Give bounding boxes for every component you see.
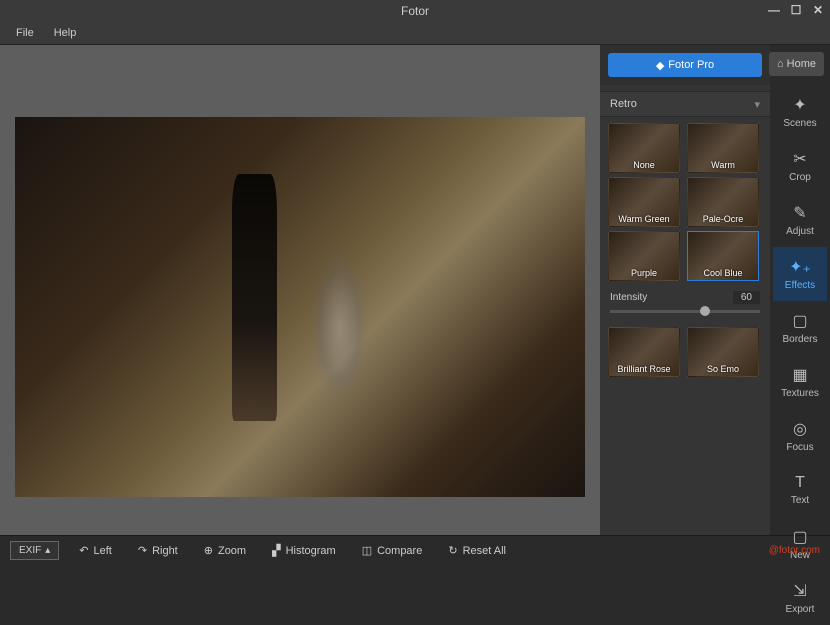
histogram-button[interactable]: ▞Histogram <box>266 541 342 560</box>
bottom-toolbar: EXIF ▴ ↶Left ↷Right ⊕Zoom ▞Histogram ◫Co… <box>0 535 830 565</box>
compare-icon: ◫ <box>362 544 372 557</box>
tool-effects[interactable]: ✦₊ Effects <box>773 247 827 301</box>
app-title: Fotor <box>401 4 429 18</box>
editing-image[interactable] <box>15 117 585 497</box>
titlebar: Fotor — ☐ ✕ <box>0 0 830 22</box>
export-icon: ⇲ <box>793 581 806 601</box>
tool-textures[interactable]: ▦ Textures <box>773 355 827 409</box>
tool-label: Adjust <box>786 226 814 237</box>
effect-thumb-label: Brilliant Rose <box>609 364 679 374</box>
tool-rail: ⌂ Home ✦ Scenes ✂ Crop ✎ Adjust ✦₊ Effects ▢ Bord… <box>770 45 830 535</box>
exif-button[interactable]: EXIF ▴ <box>10 541 59 560</box>
rotate-left-button[interactable]: ↶Left <box>73 541 118 560</box>
fotor-pro-button[interactable]: ◆ Fotor Pro <box>608 53 762 77</box>
effect-thumb-label: So Emo <box>688 364 758 374</box>
scenes-icon: ✦ <box>793 95 806 115</box>
zoom-icon: ⊕ <box>204 544 213 557</box>
tool-text[interactable]: T Text <box>773 463 827 517</box>
textures-icon: ▦ <box>792 365 807 385</box>
slider-handle[interactable] <box>700 306 710 316</box>
text-icon: T <box>795 474 805 492</box>
effect-thumb-label: Warm <box>688 160 758 170</box>
tool-scenes[interactable]: ✦ Scenes <box>773 85 827 139</box>
canvas-area <box>0 45 600 535</box>
tool-label: Text <box>791 495 809 506</box>
effect-thumb-brilliant-rose[interactable]: Brilliant Rose <box>608 327 680 377</box>
chevron-up-icon: ▴ <box>45 545 50 556</box>
category-retro-header[interactable]: Retro ▾ <box>600 91 770 117</box>
effect-thumb-cool-blue[interactable]: Cool Blue <box>687 231 759 281</box>
rotate-right-button[interactable]: ↷Right <box>132 541 184 560</box>
rotate-left-icon: ↶ <box>79 544 88 557</box>
menu-help[interactable]: Help <box>44 24 87 42</box>
reset-icon: ↻ <box>448 544 457 557</box>
window-controls: — ☐ ✕ <box>766 2 826 18</box>
reset-all-button[interactable]: ↻Reset All <box>442 541 512 560</box>
tool-new[interactable]: ▢New <box>773 517 827 571</box>
tool-crop[interactable]: ✂ Crop <box>773 139 827 193</box>
new-icon: ▢ <box>792 527 807 547</box>
effect-thumb-label: None <box>609 160 679 170</box>
borders-icon: ▢ <box>792 311 807 331</box>
effect-thumb-label: Warm Green <box>609 214 679 224</box>
effect-thumb-label: Cool Blue <box>688 268 758 278</box>
tool-label: Crop <box>789 172 811 183</box>
effects-grid-2: Brilliant Rose So Emo <box>600 321 770 383</box>
intensity-value: 60 <box>733 291 760 304</box>
watermark: @fotor.com <box>769 545 820 556</box>
maximize-button[interactable]: ☐ <box>788 2 804 18</box>
histogram-icon: ▞ <box>272 544 280 557</box>
compare-button[interactable]: ◫Compare <box>356 541 429 560</box>
tool-adjust[interactable]: ✎ Adjust <box>773 193 827 247</box>
home-icon: ⌂ <box>777 58 784 70</box>
effect-thumb-none[interactable]: None <box>608 123 680 173</box>
effect-thumb-purple[interactable]: Purple <box>608 231 680 281</box>
close-button[interactable]: ✕ <box>810 2 826 18</box>
tool-label: Focus <box>786 442 813 453</box>
diamond-icon: ◆ <box>656 59 664 72</box>
effect-thumb-label: Purple <box>609 268 679 278</box>
chevron-down-icon: ▾ <box>754 98 760 111</box>
effects-grid-1: None Warm Warm Green Pale-Ocre Purple Cool Bl… <box>600 117 770 287</box>
tool-label: Borders <box>782 334 817 345</box>
menu-file[interactable]: File <box>6 24 44 42</box>
adjust-icon: ✎ <box>793 203 806 223</box>
intensity-label: Intensity <box>610 292 647 303</box>
effect-thumb-label: Pale-Ocre <box>688 214 758 224</box>
effect-thumb-warm[interactable]: Warm <box>687 123 759 173</box>
tool-borders[interactable]: ▢ Borders <box>773 301 827 355</box>
effects-panel: ◆ Fotor Pro Retro ▾ None Warm Warm Green Pa… <box>600 45 770 535</box>
minimize-button[interactable]: — <box>766 2 782 18</box>
focus-icon: ◎ <box>793 419 807 439</box>
zoom-button[interactable]: ⊕Zoom <box>198 541 252 560</box>
crop-icon: ✂ <box>793 149 806 169</box>
tool-label: Effects <box>785 280 815 291</box>
tool-focus[interactable]: ◎ Focus <box>773 409 827 463</box>
intensity-slider[interactable] <box>610 310 760 313</box>
menubar: File Help <box>0 22 830 45</box>
tool-export[interactable]: ⇲ Export <box>773 571 827 625</box>
effect-thumb-pale-ocre[interactable]: Pale-Ocre <box>687 177 759 227</box>
effects-icon: ✦₊ <box>789 257 811 277</box>
effect-thumb-so-emo[interactable]: So Emo <box>687 327 759 377</box>
home-button[interactable]: ⌂ Home <box>769 52 824 76</box>
category-label: Retro <box>610 98 637 110</box>
tool-label: Export <box>786 604 815 615</box>
rotate-right-icon: ↷ <box>138 544 147 557</box>
tool-label: Scenes <box>783 118 816 129</box>
effect-thumb-warm-green[interactable]: Warm Green <box>608 177 680 227</box>
tool-label: Textures <box>781 388 819 399</box>
